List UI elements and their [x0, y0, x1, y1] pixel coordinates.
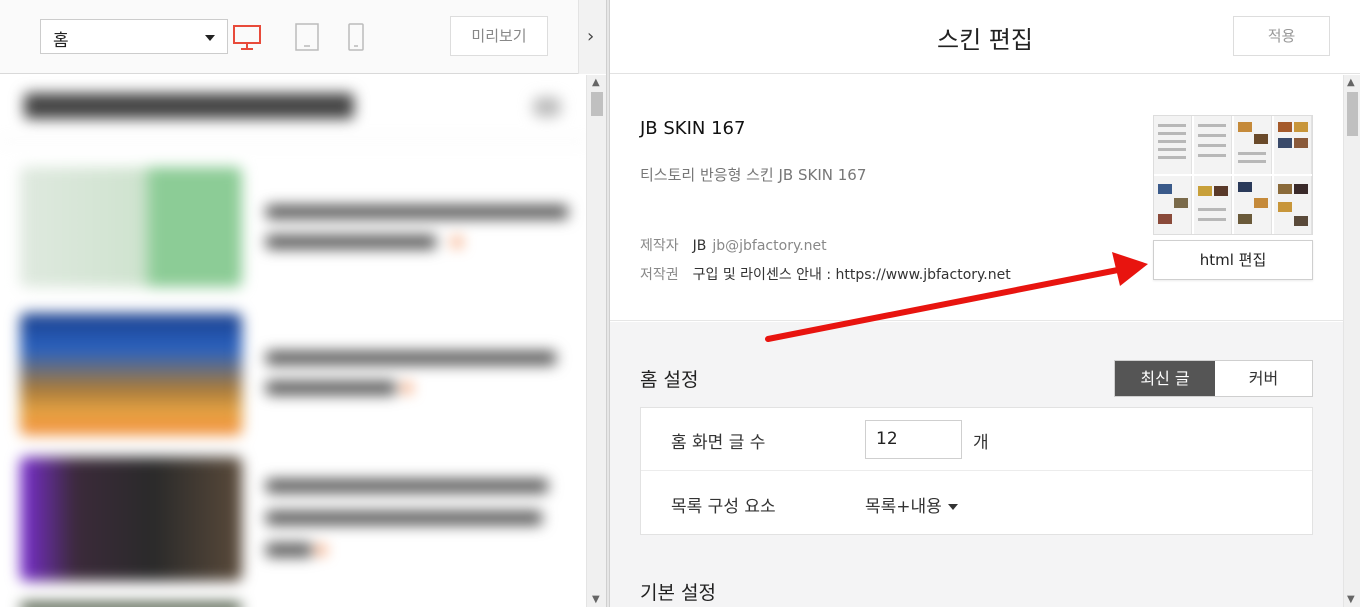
list-component-value: 목록+내용: [865, 497, 942, 517]
scroll-thumb[interactable]: [591, 92, 603, 116]
preview-button[interactable]: 미리보기: [450, 16, 548, 56]
list-component-row: 목록 구성 요소 목록+내용: [641, 472, 1312, 535]
blog-preview: [0, 75, 586, 607]
tablet-icon[interactable]: [295, 22, 319, 52]
list-component-label: 목록 구성 요소: [671, 497, 776, 517]
desktop-icon[interactable]: [232, 22, 262, 52]
skin-info-section: JB SKIN 167 티스토리 반응형 스킨 JB SKIN 167 제작자 J…: [610, 75, 1343, 321]
preview-pane: 홈 미리보기 › ▲ ▼: [0, 0, 606, 607]
html-edit-button[interactable]: html 편집: [1153, 240, 1313, 280]
home-settings-title: 홈 설정: [640, 369, 699, 391]
settings-scrollbar[interactable]: ▲ ▼: [1343, 75, 1360, 607]
skin-edit-header: 스킨 편집 적용: [610, 0, 1360, 74]
skin-thumbnail: [1153, 115, 1313, 235]
chevron-right-icon: ›: [587, 26, 595, 47]
tab-latest-posts[interactable]: 최신 글: [1115, 361, 1215, 396]
post-count-unit: 개: [973, 433, 989, 453]
caret-down-icon: [947, 504, 958, 510]
page-select[interactable]: 홈: [40, 19, 228, 54]
post-count-label: 홈 화면 글 수: [671, 433, 766, 453]
home-settings-card: 홈 화면 글 수 12 개 목록 구성 요소 목록+내용: [640, 407, 1313, 535]
skin-name: JB SKIN 167: [640, 118, 746, 139]
post-count-row: 홈 화면 글 수 12 개: [641, 408, 1312, 471]
apply-button[interactable]: 적용: [1233, 16, 1330, 56]
maker-email: jb@jbfactory.net: [712, 238, 827, 254]
chevron-down-icon: [205, 35, 215, 41]
preview-scrollbar[interactable]: ▲ ▼: [586, 75, 606, 607]
copyright-label: 저작권: [640, 267, 679, 283]
scroll-up-icon[interactable]: ▲: [592, 77, 600, 88]
maker-name: JB: [692, 238, 707, 254]
scroll-down-icon[interactable]: ▼: [1347, 594, 1355, 605]
collapse-panel-button[interactable]: ›: [578, 0, 606, 74]
scroll-thumb[interactable]: [1347, 92, 1358, 136]
post-count-input[interactable]: 12: [865, 420, 962, 459]
list-component-dropdown[interactable]: 목록+내용: [865, 492, 958, 517]
scroll-down-icon[interactable]: ▼: [592, 594, 600, 605]
basic-settings-title: 기본 설정: [640, 582, 716, 604]
copyright-text: 구입 및 라이센스 안내 : https://www.jbfactory.net: [692, 267, 1011, 283]
preview-toolbar: 홈 미리보기 ›: [0, 0, 606, 74]
scroll-up-icon[interactable]: ▲: [1347, 77, 1355, 88]
tab-cover[interactable]: 커버: [1215, 361, 1312, 396]
maker-label: 제작자: [640, 238, 679, 254]
page-select-value: 홈: [53, 31, 69, 51]
settings-section: 홈 설정 최신 글 커버 홈 화면 글 수 12 개 목록 구성 요소 목록+내…: [610, 322, 1343, 607]
home-type-toggle: 최신 글 커버: [1114, 360, 1313, 397]
skin-edit-pane: 스킨 편집 적용 JB SKIN 167 티스토리 반응형 스킨 JB SKIN…: [610, 0, 1360, 607]
copyright-row: 저작권 구입 및 라이센스 안내 : https://www.jbfactory.…: [640, 264, 1011, 284]
skin-description: 티스토리 반응형 스킨 JB SKIN 167: [640, 166, 867, 184]
maker-row: 제작자 JB jb@jbfactory.net: [640, 235, 827, 255]
mobile-icon[interactable]: [347, 22, 365, 52]
